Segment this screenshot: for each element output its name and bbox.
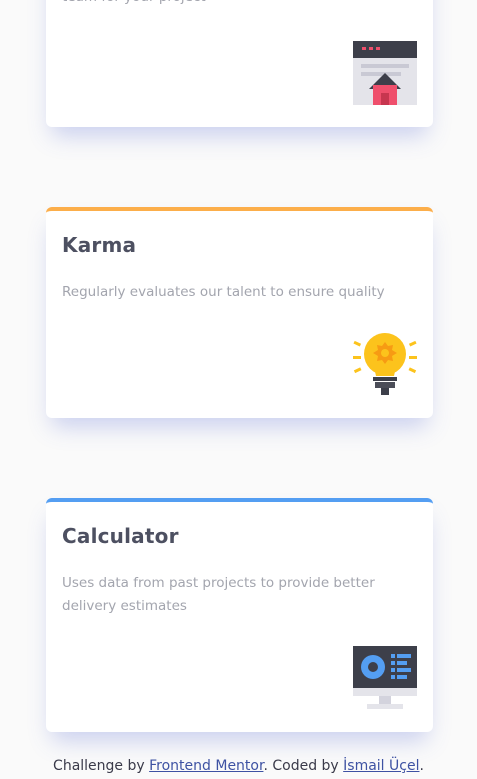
author-link[interactable]: İsmail Üçel	[343, 758, 419, 774]
frontend-mentor-link[interactable]: Frontend Mentor	[149, 758, 263, 774]
builder-window-icon	[353, 41, 417, 105]
lightbulb-icon	[353, 333, 417, 395]
card-description: Regularly evaluates our talent to ensure…	[62, 284, 385, 300]
feature-card-team-builder: team for your project	[46, 0, 433, 127]
attribution-middle: . Coded by	[263, 758, 344, 774]
monitor-calculator-icon	[353, 646, 417, 709]
feature-card-calculator: Calculator Uses data from past projects …	[46, 498, 433, 732]
card-description: Uses data from past projects to provide …	[62, 575, 375, 614]
feature-card-karma: Karma Regularly evaluates our talent to …	[46, 207, 433, 418]
card-title: Karma	[62, 233, 137, 257]
card-title: Calculator	[62, 524, 179, 548]
attribution: Challenge by Frontend Mentor. Coded by İ…	[0, 758, 477, 774]
card-description: team for your project	[62, 0, 419, 9]
attribution-suffix: .	[419, 758, 424, 774]
attribution-prefix: Challenge by	[53, 758, 150, 774]
